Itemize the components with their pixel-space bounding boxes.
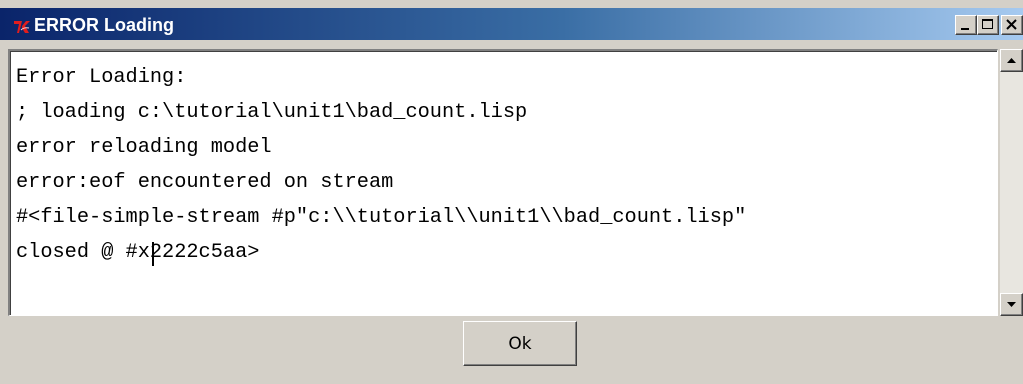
maximize-button[interactable] bbox=[977, 15, 999, 35]
dialog-body: Error Loading: ; loading c:\tutorial\uni… bbox=[6, 45, 1023, 384]
ok-button[interactable]: Ok bbox=[463, 321, 577, 366]
error-message-text[interactable]: Error Loading: ; loading c:\tutorial\uni… bbox=[8, 49, 998, 316]
message-line: ; loading c:\tutorial\unit1\bad_count.li… bbox=[16, 101, 528, 124]
message-line: error:eof encountered on stream bbox=[16, 171, 394, 194]
scroll-up-button[interactable] bbox=[1000, 49, 1023, 72]
up-arrow-icon bbox=[1007, 58, 1016, 63]
vertical-scrollbar[interactable] bbox=[1000, 49, 1023, 316]
scroll-down-button[interactable] bbox=[1000, 293, 1023, 316]
tk-feather-icon bbox=[13, 18, 31, 36]
minimize-icon bbox=[961, 28, 969, 30]
text-cursor bbox=[152, 242, 154, 266]
down-arrow-icon bbox=[1007, 302, 1016, 307]
message-line: closed @ #x2222c5aa> bbox=[16, 241, 260, 264]
close-icon bbox=[1006, 19, 1017, 30]
error-dialog: ERROR Loading Error Loading: ; loading c… bbox=[0, 0, 1023, 384]
maximize-icon bbox=[982, 19, 993, 29]
message-line: error reloading model bbox=[16, 136, 272, 159]
minimize-button[interactable] bbox=[955, 15, 977, 35]
message-line: Error Loading: bbox=[16, 66, 187, 89]
message-line: #<file-simple-stream #p"c:\\tutorial\\un… bbox=[16, 206, 747, 229]
close-button[interactable] bbox=[1001, 15, 1023, 35]
window-title: ERROR Loading bbox=[34, 15, 174, 35]
title-bar[interactable]: ERROR Loading bbox=[0, 8, 1023, 40]
